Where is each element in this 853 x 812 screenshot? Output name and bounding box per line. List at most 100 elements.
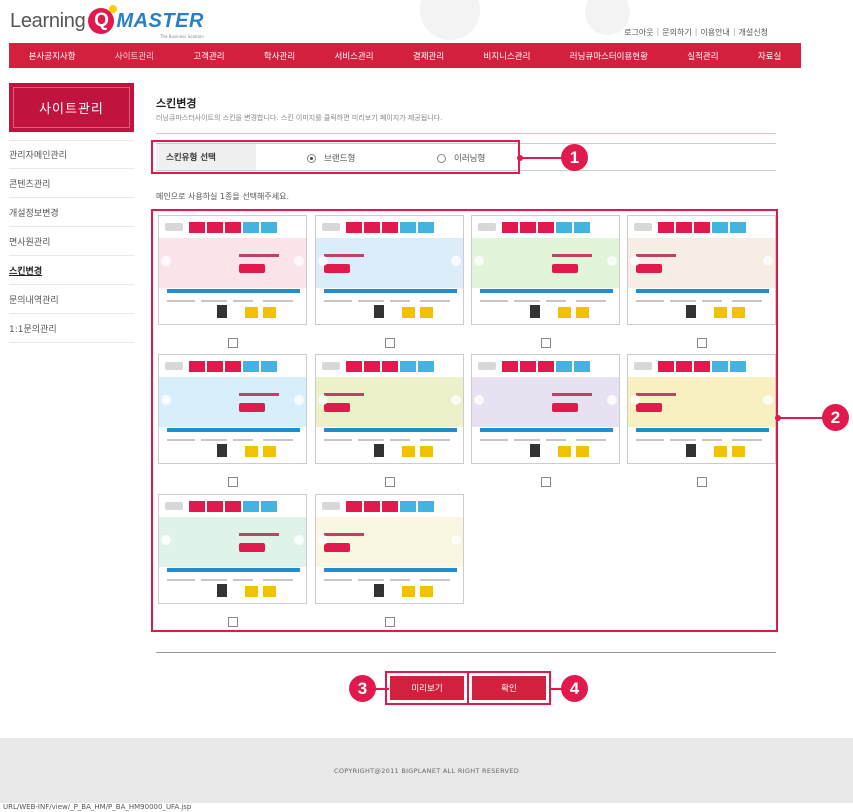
page-title: 스킨변경 bbox=[156, 97, 197, 110]
thumb-hero-banner bbox=[316, 377, 463, 427]
thumb-nav-tab bbox=[189, 361, 205, 372]
thumb-arrow-left-icon bbox=[318, 395, 328, 405]
skin-preview-image[interactable] bbox=[158, 494, 307, 604]
skin-preview-image[interactable] bbox=[158, 354, 307, 464]
gnb-item-site[interactable]: 사이트관리 bbox=[95, 50, 173, 62]
thumb-photo bbox=[217, 305, 227, 318]
thumb-content-area bbox=[480, 437, 613, 459]
thumb-photo bbox=[374, 584, 384, 597]
skin-select-checkbox[interactable] bbox=[540, 338, 551, 348]
skin-select-checkbox[interactable] bbox=[384, 617, 395, 627]
thumb-photo bbox=[217, 584, 227, 597]
thumb-section-bar bbox=[324, 289, 457, 293]
thumb-brand-mark bbox=[636, 264, 662, 273]
sidebar-item-one-to-one[interactable]: 1:1문의관리 bbox=[9, 314, 134, 343]
gnb-item-academic[interactable]: 학사관리 bbox=[244, 50, 315, 62]
skin-select-checkbox[interactable] bbox=[227, 338, 238, 348]
callout-dot-2 bbox=[775, 415, 781, 421]
thumb-arrow-right-icon bbox=[607, 395, 617, 405]
thumb-nav-tab bbox=[400, 361, 416, 372]
thumb-brand-mark bbox=[324, 403, 350, 412]
logo-tagline: The Business Solution bbox=[160, 34, 204, 39]
skin-select-checkbox[interactable] bbox=[696, 477, 707, 487]
thumb-arrow-right-icon bbox=[294, 535, 304, 545]
gnb-item-notice[interactable]: 본사공지사항 bbox=[9, 50, 95, 62]
thumb-text-line bbox=[480, 300, 508, 302]
gnb-item-service[interactable]: 서비스관리 bbox=[315, 50, 393, 62]
thumb-nav-tab bbox=[520, 361, 536, 372]
gnb-item-payment[interactable]: 결제관리 bbox=[393, 50, 464, 62]
thumb-nav-tab bbox=[261, 501, 277, 512]
gnb-item-performance[interactable]: 실적관리 bbox=[668, 50, 739, 62]
callout-dot-1 bbox=[517, 155, 523, 161]
skin-thumbnail-7 bbox=[471, 354, 620, 487]
sidebar-item-content[interactable]: 콘텐츠관리 bbox=[9, 169, 134, 198]
jsp-url-path: URL/WEB-INF/view/_P_BA_HM/P_BA_HM90000_U… bbox=[3, 803, 192, 811]
thumb-hero-banner bbox=[472, 238, 619, 288]
skin-select-checkbox[interactable] bbox=[227, 617, 238, 627]
skin-preview-image[interactable] bbox=[315, 215, 464, 325]
thumb-nav-tab bbox=[574, 222, 590, 233]
thumb-section-bar bbox=[167, 289, 300, 293]
util-link-guide[interactable]: 이용안내 bbox=[700, 27, 729, 38]
confirm-button[interactable]: 확인 bbox=[467, 671, 551, 705]
sidebar-item-skin[interactable]: 스킨변경 bbox=[9, 256, 134, 285]
thumb-brand-mark bbox=[239, 264, 265, 273]
util-link-apply[interactable]: 개설신청 bbox=[739, 27, 768, 38]
thumb-text-line bbox=[233, 439, 253, 441]
site-logo[interactable]: Learning Q MASTER The Business Solution bbox=[10, 5, 204, 39]
skin-select-checkbox[interactable] bbox=[384, 338, 395, 348]
util-link-inquiry[interactable]: 문의하기 bbox=[662, 27, 691, 38]
thumb-banner bbox=[402, 446, 415, 457]
thumb-arrow-right-icon bbox=[607, 256, 617, 266]
thumb-text-line bbox=[201, 300, 227, 302]
thumb-text-line bbox=[324, 300, 352, 302]
thumb-text-line bbox=[576, 300, 606, 302]
thumb-hero-banner bbox=[159, 517, 306, 567]
sidebar-item-admin-main[interactable]: 관리자메인관리 bbox=[9, 140, 134, 169]
gnb-item-usage[interactable]: 러닝큐마스터이용현황 bbox=[550, 50, 668, 62]
sidebar-item-staff[interactable]: 면사원관리 bbox=[9, 227, 134, 256]
skin-preview-image[interactable] bbox=[471, 215, 620, 325]
sidebar-item-open-info[interactable]: 개설정보변경 bbox=[9, 198, 134, 227]
thumb-hero-banner bbox=[159, 238, 306, 288]
skin-select-checkbox[interactable] bbox=[696, 338, 707, 348]
skin-preview-image[interactable] bbox=[158, 215, 307, 325]
gnb-item-archive[interactable]: 자료실 bbox=[738, 50, 801, 62]
thumb-hero-banner bbox=[472, 377, 619, 427]
skin-preview-image[interactable] bbox=[315, 494, 464, 604]
skin-select-checkbox[interactable] bbox=[227, 477, 238, 487]
callout-box-skin-type bbox=[151, 140, 520, 174]
skin-preview-image[interactable] bbox=[315, 354, 464, 464]
thumb-nav bbox=[189, 361, 277, 372]
sidebar-item-inquiry-history[interactable]: 문의내역관리 bbox=[9, 285, 134, 314]
thumb-photo bbox=[686, 305, 696, 318]
thumb-logo bbox=[478, 223, 496, 231]
skin-preview-image[interactable] bbox=[627, 215, 776, 325]
thumb-headline bbox=[239, 533, 279, 536]
thumb-nav bbox=[346, 361, 434, 372]
thumb-text-line bbox=[732, 439, 762, 441]
gnb-item-business[interactable]: 비지니스관리 bbox=[464, 50, 550, 62]
callout-badge-4: 4 bbox=[561, 675, 588, 702]
thumb-nav-tab bbox=[730, 222, 746, 233]
preview-button[interactable]: 미리보기 bbox=[385, 671, 469, 705]
copyright-text: COPYRIGHT@2011 BIGPLANET ALL RIGHT RESER… bbox=[333, 766, 520, 775]
util-separator: | bbox=[732, 27, 736, 36]
skin-select-checkbox[interactable] bbox=[384, 477, 395, 487]
thumb-text-line bbox=[201, 579, 227, 581]
thumb-content-area bbox=[324, 577, 457, 599]
skin-select-checkbox[interactable] bbox=[540, 477, 551, 487]
thumb-arrow-left-icon bbox=[318, 256, 328, 266]
thumb-arrow-left-icon bbox=[630, 256, 640, 266]
util-link-logout[interactable]: 로그아웃 bbox=[624, 27, 653, 38]
skin-preview-image[interactable] bbox=[471, 354, 620, 464]
thumb-nav-tab bbox=[418, 501, 434, 512]
gnb-item-customer[interactable]: 고객관리 bbox=[174, 50, 245, 62]
thumb-nav-tab bbox=[261, 222, 277, 233]
thumb-text-line bbox=[702, 300, 722, 302]
thumb-content-area bbox=[636, 298, 769, 320]
skin-thumbnail-8 bbox=[627, 354, 776, 487]
thumb-banner bbox=[263, 446, 276, 457]
skin-preview-image[interactable] bbox=[627, 354, 776, 464]
